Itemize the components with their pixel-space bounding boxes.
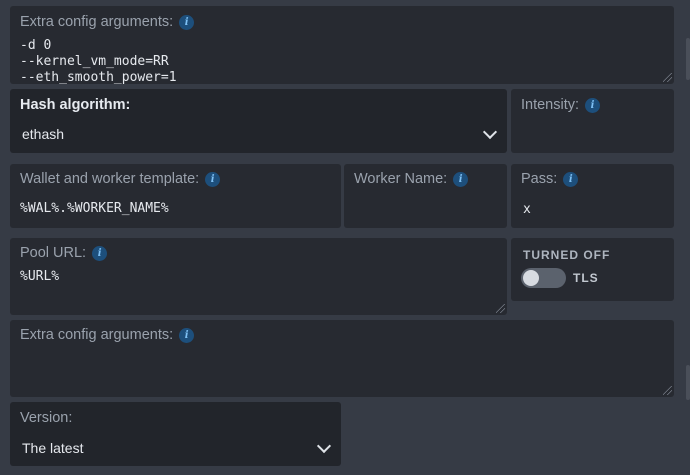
pool-url-label: Pool URL: i [20, 245, 108, 261]
version-label: Version: [20, 410, 73, 426]
resize-grip-icon[interactable] [496, 304, 505, 313]
version-value: The latest [22, 440, 84, 456]
pool-url-textarea[interactable]: Pool URL: i %URL% [10, 238, 507, 315]
hash-algorithm-value: ethash [22, 126, 65, 142]
tls-state-label: TURNED OFF [523, 248, 611, 262]
info-icon[interactable]: i [92, 245, 108, 261]
page-scrollbar[interactable] [686, 365, 690, 400]
chevron-down-icon [316, 438, 332, 454]
pool-url-value: %URL% [20, 269, 60, 284]
extra-config-line: -d 0 [20, 38, 52, 53]
tls-toggle-panel: TURNED OFF TLS [511, 238, 674, 301]
extra-config-textarea-bottom[interactable]: Extra config arguments: i [10, 320, 674, 397]
info-icon[interactable]: i [179, 14, 195, 30]
intensity-field[interactable]: Intensity: i [511, 89, 674, 153]
wallet-template-field[interactable]: Wallet and worker template: i %WAL%.%WOR… [10, 164, 341, 228]
resize-grip-icon[interactable] [663, 73, 672, 82]
worker-name-field[interactable]: Worker Name: i [344, 164, 507, 228]
extra-config-line: --kernel_vm_mode=RR [20, 54, 169, 69]
info-icon[interactable]: i [179, 327, 195, 343]
wallet-template-value: %WAL%.%WORKER_NAME% [20, 201, 169, 216]
resize-grip-icon[interactable] [663, 386, 672, 395]
wallet-template-label: Wallet and worker template: i [20, 171, 221, 187]
info-icon[interactable]: i [585, 97, 601, 113]
hash-algorithm-label: Hash algorithm: [20, 97, 131, 113]
extra-config-textarea-top[interactable]: Extra config arguments: i -d 0 --kernel_… [10, 6, 674, 84]
extra-config-line: --eth_smooth_power=1 [20, 70, 177, 84]
hash-algorithm-select[interactable]: Hash algorithm: ethash [10, 89, 507, 153]
info-icon[interactable]: i [563, 171, 579, 187]
toggle-knob [523, 270, 539, 286]
info-icon[interactable]: i [205, 171, 221, 187]
tls-label: TLS [573, 271, 599, 285]
extra-config-label: Extra config arguments: i [20, 327, 195, 343]
worker-name-label: Worker Name: i [354, 171, 469, 187]
intensity-label: Intensity: i [521, 97, 601, 113]
chevron-down-icon [482, 124, 498, 140]
version-select[interactable]: Version: The latest [10, 402, 341, 466]
extra-config-label: Extra config arguments: i [20, 14, 195, 30]
info-icon[interactable]: i [453, 171, 469, 187]
page-scrollbar[interactable] [686, 38, 690, 80]
pass-field[interactable]: Pass: i x [511, 164, 674, 228]
pass-value: x [523, 202, 531, 217]
tls-toggle[interactable] [521, 268, 566, 288]
pass-label: Pass: i [521, 171, 579, 187]
